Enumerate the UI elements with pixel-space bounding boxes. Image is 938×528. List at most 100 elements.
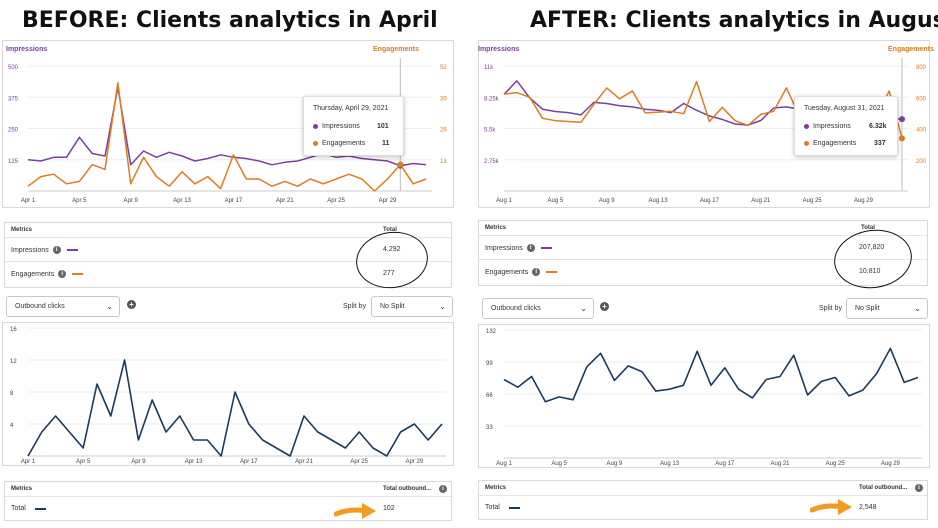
metric-dropdown[interactable]: Outbound clicks ⌄	[482, 298, 594, 319]
y-right-tick-label: 26	[440, 128, 447, 134]
x-tick-label: Apr 25	[327, 198, 345, 204]
y-right-tick-label: 52	[440, 65, 447, 71]
x-tick-label: Aug 25	[803, 198, 823, 204]
split-dropdown[interactable]: No Split ⌄	[371, 296, 453, 317]
tooltip-date: Tuesday, August 31, 2021	[804, 105, 885, 112]
x-tick-label: Aug 13	[660, 461, 680, 467]
split-dropdown[interactable]: No Split ⌄	[846, 298, 928, 319]
y-tick-label: 4	[10, 423, 14, 429]
engagements-line-swatch	[546, 271, 558, 273]
x-tick-label: Apr 17	[240, 459, 258, 465]
info-icon[interactable]: i	[532, 268, 541, 276]
y-tick-label: 12	[10, 359, 17, 365]
y-right-tick-label: 13	[440, 159, 447, 165]
tooltip-engagements-value: 11	[382, 140, 390, 147]
x-tick-label: Apr 13	[185, 459, 203, 465]
x-tick-label: Apr 9	[124, 198, 139, 204]
engagements-row-label: Engagements	[11, 270, 55, 278]
metric-dropdown[interactable]: Outbound clicks ⌄	[6, 296, 120, 317]
info-icon[interactable]: i	[915, 484, 923, 492]
x-tick-label: Aug 9	[599, 198, 615, 204]
split-by-label: Split by	[819, 305, 842, 312]
add-metric-icon[interactable]: +	[600, 302, 609, 311]
y-left-tick-label: 5.5k	[484, 128, 496, 134]
x-tick-label: Apr 1	[21, 198, 36, 204]
x-tick-label: Apr 29	[379, 198, 397, 204]
panel-title: BEFORE: Clients analytics in April	[22, 8, 438, 33]
engagements-hover-point	[899, 135, 905, 142]
outbound-table-header: Metrics Total outbound... i	[479, 481, 927, 496]
x-tick-label: Aug 17	[715, 461, 735, 467]
y-right-tick-label: 200	[916, 159, 927, 165]
tooltip-engagements-row: Engagements	[804, 140, 856, 147]
x-tick-label: Apr 17	[225, 198, 243, 204]
info-icon[interactable]: i	[439, 485, 447, 493]
y-tick-label: 132	[486, 329, 497, 335]
tooltip-impressions-value: 101	[377, 123, 389, 130]
tooltip-engagements-label: Engagements	[813, 140, 857, 147]
split-by-label: Split by	[343, 303, 366, 310]
add-metric-icon[interactable]: +	[127, 300, 136, 309]
x-tick-label: Aug 25	[826, 461, 846, 467]
info-icon[interactable]: i	[52, 246, 61, 254]
x-tick-label: Aug 5	[551, 461, 567, 467]
impressions-dot-icon	[804, 124, 809, 129]
y-left-tick-label: 11k	[484, 65, 494, 71]
x-tick-label: Aug 1	[496, 461, 512, 467]
impressions-axis-label: Impressions	[6, 46, 48, 53]
x-tick-label: Apr 5	[72, 198, 87, 204]
outbound-total-value: 102	[383, 505, 395, 512]
engagements-row-label: Engagements	[485, 268, 529, 276]
y-right-tick-label: 600	[916, 96, 927, 102]
outbound-table: Metrics Total outbound... i Total 102	[4, 481, 452, 521]
after-panel: AFTER: Clients analytics in August Impre…	[476, 0, 938, 528]
y-left-tick-label: 375	[8, 96, 19, 102]
x-tick-label: Apr 13	[173, 198, 191, 204]
impressions-line-swatch	[66, 249, 78, 251]
x-tick-label: Apr 1	[21, 459, 36, 465]
y-tick-label: 16	[10, 327, 17, 333]
panel-title: AFTER: Clients analytics in August	[530, 8, 938, 33]
y-tick-label: 33	[486, 425, 493, 431]
outbound-table-header: Metrics Total outbound... i	[5, 482, 451, 497]
impressions-axis-label: Impressions	[478, 46, 520, 53]
metric-dropdown-value: Outbound clicks	[491, 305, 541, 312]
y-left-tick-label: 500	[8, 65, 19, 71]
clicks-line-swatch	[508, 506, 520, 509]
outbound-clicks-series-line	[27, 359, 443, 457]
y-left-tick-label: 8.25k	[484, 96, 500, 102]
x-tick-label: Aug 29	[854, 198, 874, 204]
tooltip-impressions-row: Impressions	[313, 123, 360, 130]
total-row-label: Total	[11, 505, 26, 512]
x-tick-label: Aug 1	[496, 198, 512, 204]
metric-dropdown-value: Outbound clicks	[15, 303, 65, 310]
chart-tooltip: Thursday, April 29, 2021 Impressions 101…	[303, 96, 404, 156]
tooltip-date: Thursday, April 29, 2021	[313, 105, 389, 112]
y-left-tick-label: 250	[8, 128, 19, 134]
y-right-tick-label: 400	[916, 128, 927, 134]
chevron-down-icon: ⌄	[106, 302, 113, 311]
arrow-annotation-icon	[334, 503, 376, 519]
x-tick-label: Apr 5	[76, 459, 91, 465]
info-icon[interactable]: i	[526, 244, 535, 252]
engagements-dot-icon	[313, 141, 318, 146]
tooltip-engagements-label: Engagements	[322, 140, 366, 147]
x-tick-label: Apr 21	[295, 459, 313, 465]
metrics-column-header: Metrics	[11, 227, 33, 233]
impressions-row-label: Impressions	[11, 246, 49, 254]
impressions-line-swatch	[540, 247, 552, 249]
metrics-column-header: Metrics	[485, 485, 507, 491]
total-row-label: Total	[485, 504, 500, 511]
tooltip-impressions-label: Impressions	[322, 123, 360, 130]
outbound-total-row: Total 2,548	[479, 496, 927, 520]
outbound-clicks-chart[interactable]: 132 99 66 33 Aug 1 Aug 5 Aug 9 Aug 13 Aug 17 Aug …	[478, 324, 930, 468]
x-tick-label: Aug 29	[881, 461, 901, 467]
total-outbound-column-header: Total outbound...	[383, 486, 432, 492]
tooltip-impressions-row: Impressions	[804, 123, 851, 130]
chart-tooltip: Tuesday, August 31, 2021 Impressions 6.3…	[794, 96, 898, 156]
engagements-dot-icon	[804, 141, 809, 146]
y-tick-label: 99	[486, 361, 493, 367]
outbound-clicks-chart[interactable]: 16 12 8 4 Apr 1 Apr 5 Apr 9 Apr 13 Apr 17 Apr 21 A…	[2, 322, 454, 466]
info-icon[interactable]: i	[58, 270, 67, 278]
x-tick-label: Apr 25	[350, 459, 368, 465]
